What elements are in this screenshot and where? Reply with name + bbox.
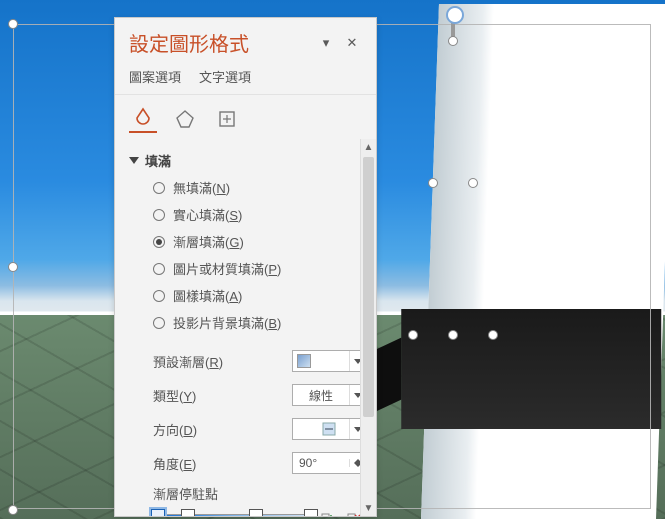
scroll-down-icon[interactable]: ▼	[361, 500, 376, 516]
preset-gradient-dropdown[interactable]	[292, 350, 366, 372]
selection-handle[interactable]	[8, 505, 18, 515]
scroll-up-icon[interactable]: ▲	[361, 139, 376, 155]
tab-text-options[interactable]: 文字選項	[199, 67, 251, 86]
gradient-stop-handle[interactable]	[304, 509, 318, 516]
radio-icon	[153, 263, 165, 275]
size-properties-icon[interactable]	[213, 105, 241, 133]
add-stop-button[interactable]	[317, 509, 337, 516]
radio-icon	[153, 182, 165, 194]
preset-gradient-label: 預設漸層(R)	[153, 352, 282, 371]
radio-no-fill[interactable]: 無填滿(N)	[153, 178, 366, 197]
gradient-angle-spinner[interactable]: 90°	[292, 452, 366, 474]
selection-handle[interactable]	[448, 36, 458, 46]
panel-menu-button[interactable]: ▾	[316, 33, 336, 53]
chevron-down-icon	[129, 157, 139, 164]
selection-handle[interactable]	[468, 178, 478, 188]
gradient-type-label: 類型(Y)	[153, 386, 282, 405]
remove-stop-icon	[345, 511, 361, 516]
close-icon[interactable]: ✕	[342, 33, 362, 53]
shape-selection[interactable]	[425, 40, 480, 340]
selection-handle[interactable]	[8, 19, 18, 29]
radio-solid-fill[interactable]: 實心填滿(S)	[153, 205, 366, 224]
gradient-direction-label: 方向(D)	[153, 420, 282, 439]
selection-handle[interactable]	[408, 330, 418, 340]
tab-shape-options[interactable]: 圖案選項	[129, 67, 181, 86]
section-fill-label: 填滿	[145, 151, 171, 170]
selection-handle[interactable]	[488, 330, 498, 340]
selection-handle[interactable]	[448, 330, 458, 340]
selection-handle[interactable]	[8, 262, 18, 272]
gradient-direction-dropdown[interactable]	[292, 418, 366, 440]
radio-gradient-fill[interactable]: 漸層填滿(G)	[153, 232, 366, 251]
effects-icon[interactable]	[171, 105, 199, 133]
gradient-stops-label: 漸層停駐點	[129, 480, 366, 505]
scroll-thumb[interactable]	[363, 157, 374, 417]
gradient-stop-handle[interactable]	[181, 509, 195, 516]
gradient-stops-track[interactable]	[153, 509, 311, 516]
gradient-stop-handle[interactable]	[151, 509, 165, 516]
selection-handle[interactable]	[428, 178, 438, 188]
direction-icon	[322, 422, 336, 436]
radio-icon	[153, 236, 165, 248]
panel-title: 設定圖形格式	[129, 28, 310, 57]
radio-pattern-fill[interactable]: 圖樣填滿(A)	[153, 286, 366, 305]
gradient-angle-label: 角度(E)	[153, 454, 282, 473]
format-shape-panel: 設定圖形格式 ▾ ✕ 圖案選項 文字選項 填滿 無填滿(N)	[114, 17, 377, 517]
radio-picture-fill[interactable]: 圖片或材質填滿(P)	[153, 259, 366, 278]
radio-slide-bg-fill[interactable]: 投影片背景填滿(B)	[153, 313, 366, 332]
radio-icon	[153, 290, 165, 302]
gradient-stop-handle[interactable]	[249, 509, 263, 516]
section-fill-header[interactable]: 填滿	[129, 147, 366, 178]
radio-icon	[153, 317, 165, 329]
fill-line-icon[interactable]	[129, 105, 157, 133]
radio-icon	[153, 209, 165, 221]
gradient-type-dropdown[interactable]: 線性	[292, 384, 366, 406]
add-stop-icon	[319, 511, 335, 516]
panel-scrollbar[interactable]: ▲ ▼	[360, 139, 376, 516]
